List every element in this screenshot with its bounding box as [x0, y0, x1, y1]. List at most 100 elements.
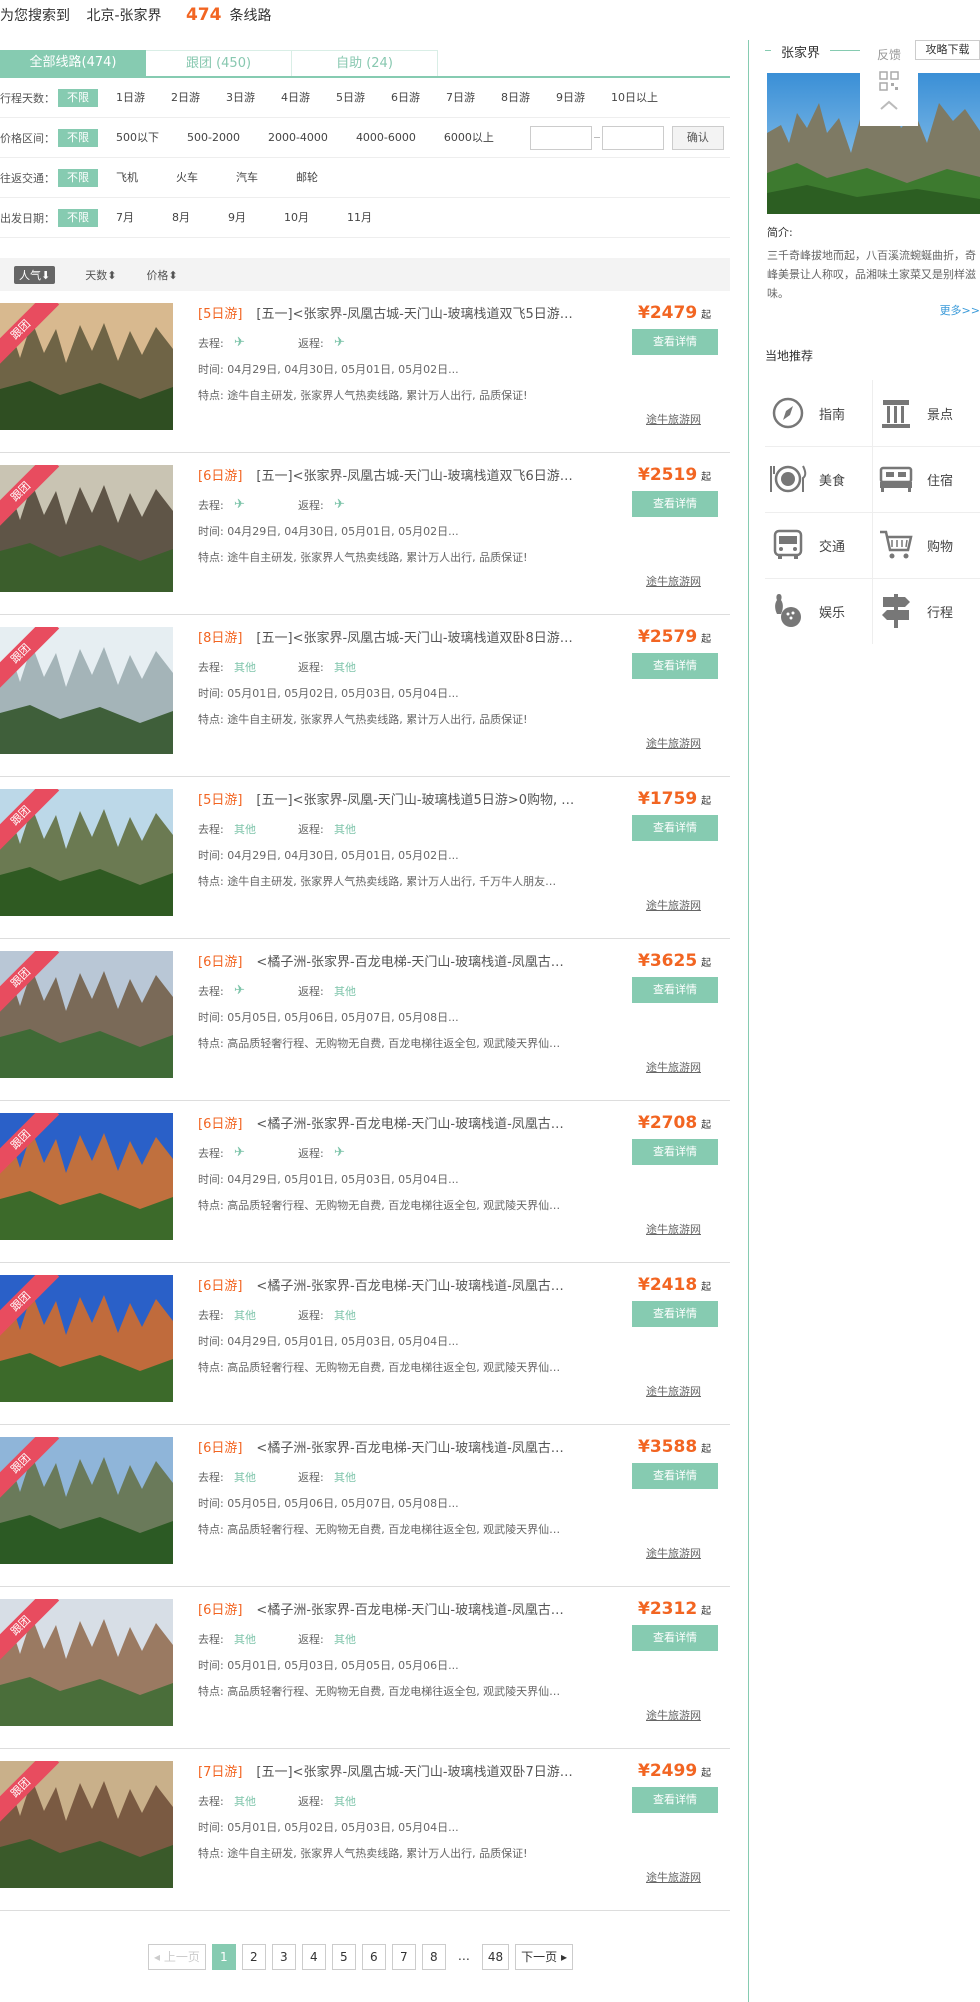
view-detail-button[interactable]: 查看详情 [632, 1139, 718, 1165]
filter-option[interactable]: 火车 [168, 169, 206, 187]
route-title-link[interactable]: [6日游] [五一]<张家界-凤凰古城-天门山-玻璃栈道双飞6日游… [198, 465, 606, 484]
filter-option[interactable]: 6000以上 [436, 129, 502, 147]
page-button[interactable]: 8 [421, 1944, 446, 1970]
route-thumbnail[interactable]: 跟团 [0, 1599, 173, 1726]
filter-option[interactable]: 邮轮 [288, 169, 326, 187]
route-thumbnail[interactable]: 跟团 [0, 627, 173, 754]
filter-option[interactable]: 500以下 [108, 129, 167, 147]
filter-option[interactable]: 不限 [58, 88, 98, 107]
recommend-entertainment[interactable]: 娱乐 [765, 578, 872, 644]
view-detail-button[interactable]: 查看详情 [632, 1463, 718, 1489]
filter-option[interactable]: 3日游 [218, 89, 263, 107]
page-button[interactable]: 6 [361, 1944, 386, 1970]
view-detail-button[interactable]: 查看详情 [632, 1301, 718, 1327]
sort-popularity[interactable]: 人气⬇ [14, 265, 56, 284]
filter-option[interactable]: 8月 [164, 209, 198, 227]
tab-all[interactable]: 全部线路(474) [0, 50, 146, 76]
filter-option[interactable]: 汽车 [228, 169, 266, 187]
view-detail-button[interactable]: 查看详情 [632, 815, 718, 841]
route-title-link[interactable]: [6日游] <橘子洲-张家界-百龙电梯-天门山-玻璃栈道-凤凰古… [198, 1437, 606, 1456]
tab-group[interactable]: 跟团 (450) [146, 50, 292, 76]
route-title-link[interactable]: [5日游] [五一]<张家界-凤凰-天门山-玻璃栈道5日游>0购物, … [198, 789, 606, 808]
filter-option[interactable]: 10月 [276, 209, 317, 227]
prev-page-button[interactable]: ◂ 上一页 [148, 1944, 206, 1970]
route-title-link[interactable]: [6日游] <橘子洲-张家界-百龙电梯-天门山-玻璃栈道-凤凰古… [198, 1599, 606, 1618]
view-detail-button[interactable]: 查看详情 [632, 491, 718, 517]
source-link[interactable]: 途牛旅游网 [646, 411, 701, 427]
price-max-input[interactable] [601, 125, 664, 150]
filter-option[interactable]: 6日游 [383, 89, 428, 107]
route-title-link[interactable]: [7日游] [五一]<张家界-凤凰古城-天门山-玻璃栈道双卧7日游… [198, 1761, 606, 1780]
filter-option[interactable]: 11月 [339, 209, 380, 227]
source-link[interactable]: 途牛旅游网 [646, 1383, 701, 1399]
route-thumbnail[interactable]: 跟团 [0, 951, 173, 1078]
page-button[interactable]: 5 [331, 1944, 356, 1970]
filter-option[interactable]: 2000-4000 [260, 129, 336, 147]
source-link[interactable]: 途牛旅游网 [646, 1545, 701, 1561]
filter-option[interactable]: 不限 [58, 128, 98, 147]
route-title-link[interactable]: [5日游] [五一]<张家界-凤凰古城-天门山-玻璃栈道双飞5日游… [198, 303, 606, 322]
route-thumbnail[interactable]: 跟团 [0, 465, 173, 592]
page-button[interactable]: 2 [241, 1944, 266, 1970]
page-button[interactable]: 1 [211, 1944, 236, 1970]
view-detail-button[interactable]: 查看详情 [632, 1625, 718, 1651]
route-thumbnail[interactable]: 跟团 [0, 303, 173, 430]
source-link[interactable]: 途牛旅游网 [646, 897, 701, 913]
source-link[interactable]: 途牛旅游网 [646, 1869, 701, 1885]
last-page-button[interactable]: 48 [481, 1944, 510, 1970]
view-detail-button[interactable]: 查看详情 [632, 977, 718, 1003]
filter-option[interactable]: 不限 [58, 208, 98, 227]
source-link[interactable]: 途牛旅游网 [646, 1059, 701, 1075]
source-link[interactable]: 途牛旅游网 [646, 1707, 701, 1723]
view-detail-button[interactable]: 查看详情 [632, 1787, 718, 1813]
source-link[interactable]: 途牛旅游网 [646, 735, 701, 751]
guide-download-button[interactable]: 攻略下载 [915, 40, 980, 60]
view-detail-button[interactable]: 查看详情 [632, 329, 718, 355]
page-button[interactable]: 4 [301, 1944, 326, 1970]
recommend-hotel[interactable]: 住宿 [873, 446, 980, 512]
filter-option[interactable]: 9月 [220, 209, 254, 227]
more-link[interactable]: 更多>> [940, 302, 980, 318]
source-link[interactable]: 途牛旅游网 [646, 1221, 701, 1237]
sort-days[interactable]: 天数⬍ [85, 267, 116, 283]
filter-option[interactable]: 5日游 [328, 89, 373, 107]
price-confirm-button[interactable]: 确认 [671, 125, 724, 150]
qr-code-icon[interactable] [879, 71, 899, 91]
filter-option[interactable]: 4000-6000 [348, 129, 424, 147]
tab-self[interactable]: 自助 (24) [292, 50, 438, 76]
sort-price[interactable]: 价格⬍ [146, 267, 177, 283]
recommend-sights[interactable]: 景点 [873, 380, 980, 446]
filter-option[interactable]: 10日以上 [603, 89, 666, 107]
filter-option[interactable]: 500-2000 [179, 129, 248, 147]
route-title-link[interactable]: [6日游] <橘子洲-张家界-百龙电梯-天门山-玻璃栈道-凤凰古… [198, 1113, 606, 1132]
feedback-link[interactable]: 反馈 [860, 46, 918, 63]
filter-option[interactable]: 8日游 [493, 89, 538, 107]
route-thumbnail[interactable]: 跟团 [0, 789, 173, 916]
filter-option[interactable]: 7日游 [438, 89, 483, 107]
source-link[interactable]: 途牛旅游网 [646, 573, 701, 589]
next-page-button[interactable]: 下一页 ▸ [515, 1944, 573, 1970]
filter-option[interactable]: 不限 [58, 168, 98, 187]
price-min-input[interactable] [529, 125, 592, 150]
filter-option[interactable]: 2日游 [163, 89, 208, 107]
filter-option[interactable]: 7月 [108, 209, 142, 227]
filter-option[interactable]: 4日游 [273, 89, 318, 107]
recommend-itinerary[interactable]: 行程 [873, 578, 980, 644]
recommend-shopping[interactable]: 购物 [873, 512, 980, 578]
filter-option[interactable]: 9日游 [548, 89, 593, 107]
recommend-food[interactable]: 美食 [765, 446, 872, 512]
scroll-top-icon[interactable] [879, 99, 899, 111]
page-button[interactable]: 3 [271, 1944, 296, 1970]
route-thumbnail[interactable]: 跟团 [0, 1761, 173, 1888]
route-title-link[interactable]: [8日游] [五一]<张家界-凤凰古城-天门山-玻璃栈道双卧8日游… [198, 627, 606, 646]
route-title-link[interactable]: [6日游] <橘子洲-张家界-百龙电梯-天门山-玻璃栈道-凤凰古… [198, 951, 606, 970]
recommend-transport[interactable]: 交通 [765, 512, 872, 578]
page-button[interactable]: 7 [391, 1944, 416, 1970]
recommend-guide[interactable]: 指南 [765, 380, 872, 446]
route-thumbnail[interactable]: 跟团 [0, 1437, 173, 1564]
filter-option[interactable]: 1日游 [108, 89, 153, 107]
route-thumbnail[interactable]: 跟团 [0, 1275, 173, 1402]
view-detail-button[interactable]: 查看详情 [632, 653, 718, 679]
filter-option[interactable]: 飞机 [108, 169, 146, 187]
route-thumbnail[interactable]: 跟团 [0, 1113, 173, 1240]
